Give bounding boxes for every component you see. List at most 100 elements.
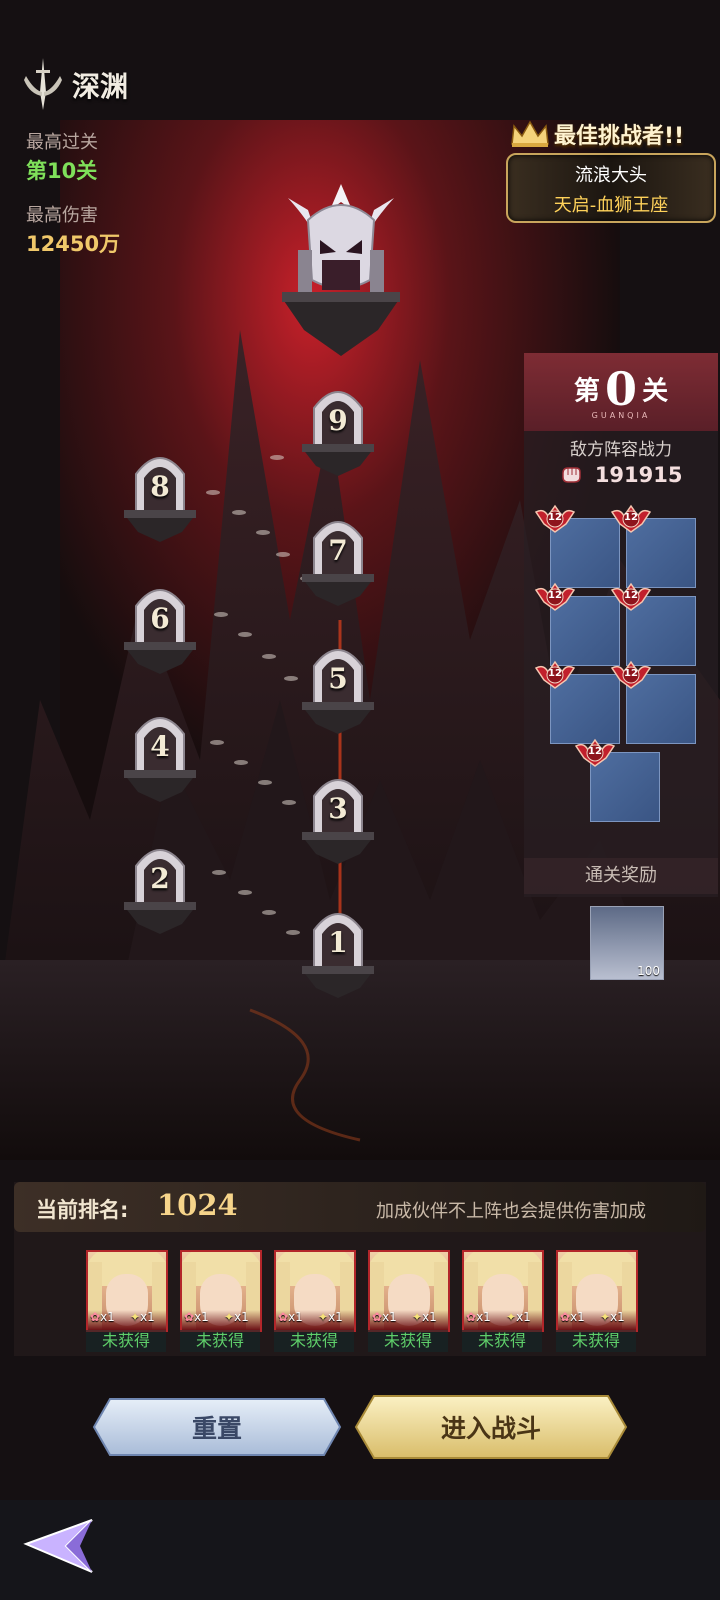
stage-number: 4: [150, 730, 170, 763]
path-step: [238, 632, 252, 637]
partner-count-a: ✿x1: [90, 1310, 115, 1324]
stage-node-5[interactable]: 5: [300, 636, 376, 736]
enemy-level: 12: [548, 668, 562, 679]
stage-node-7[interactable]: 7: [300, 508, 376, 608]
stage-number: 8: [150, 470, 170, 503]
path-step: [284, 676, 298, 681]
mode-title: 深渊: [22, 56, 128, 114]
partner-count-a-value: x1: [288, 1310, 303, 1324]
level-suffix: 关: [642, 376, 669, 407]
path-step: [282, 800, 296, 805]
reset-button[interactable]: 重置: [92, 1397, 342, 1457]
partner-count-b-value: x1: [234, 1310, 249, 1324]
enemy-level-badge: 12: [574, 736, 616, 768]
page-title: 深渊: [72, 70, 129, 103]
stage-number: 1: [328, 926, 348, 959]
enemy-level: 12: [624, 590, 638, 601]
partner-card[interactable]: ✿x1 ✦x1 未获得: [368, 1250, 450, 1354]
path-step: [232, 510, 246, 515]
enemy-level-badge: 12: [534, 580, 576, 612]
partner-count-b-value: x1: [610, 1310, 625, 1324]
stage-node-2[interactable]: 2: [122, 836, 198, 936]
partner-count-a-value: x1: [194, 1310, 209, 1324]
stage-node-9[interactable]: 9: [300, 378, 376, 478]
path-step: [286, 930, 300, 935]
partner-count-b-value: x1: [516, 1310, 531, 1324]
rank-label: 当前排名:: [36, 1198, 129, 1222]
fist-icon: [561, 467, 581, 483]
crown-icon: [511, 120, 549, 147]
enemy-power-value: 191915: [594, 463, 683, 487]
partner-count-b-value: x1: [328, 1310, 343, 1324]
clear-reward-label: 通关奖励: [524, 858, 718, 894]
reward-item[interactable]: 100: [590, 906, 664, 980]
enemy-level-badge: 12: [534, 502, 576, 534]
stage-node-8[interactable]: 8: [122, 444, 198, 544]
best-level-value: 第10关: [26, 159, 98, 183]
enemy-level: 12: [548, 590, 562, 601]
enemy-level: 12: [624, 512, 638, 523]
partner-card[interactable]: ✿x1 ✦x1 未获得: [274, 1250, 356, 1354]
stage-number: 2: [150, 862, 170, 895]
enemy-level: 12: [548, 512, 562, 523]
level-number: 0: [604, 362, 637, 416]
stage-number: 3: [328, 792, 348, 825]
path-step: [276, 552, 290, 557]
partner-count-a-value: x1: [476, 1310, 491, 1324]
partner-count-a: ✿x1: [184, 1310, 209, 1324]
best-challenger-name: 流浪大头: [575, 165, 647, 186]
best-challenger-honor: 天启-血狮王座: [553, 195, 669, 216]
path-step: [214, 612, 228, 617]
best-level-label: 最高过关: [26, 132, 98, 153]
footer-bar: [0, 1500, 720, 1600]
back-arrow-icon[interactable]: [22, 1514, 98, 1578]
path-step: [256, 530, 270, 535]
level-pinyin: GUANQIA: [591, 411, 651, 420]
partner-status: 未获得: [86, 1330, 166, 1352]
path-step: [270, 455, 284, 460]
best-challenger-heading: 最佳挑战者!!: [510, 118, 684, 150]
partner-count-b: ✦x1: [130, 1310, 155, 1324]
stage-node-1[interactable]: 1: [300, 900, 376, 1000]
partner-card[interactable]: ✿x1 ✦x1 未获得: [556, 1250, 638, 1354]
path-step: [212, 870, 226, 875]
boss-stage-node[interactable]: [278, 180, 404, 360]
stage-number: 7: [328, 534, 348, 567]
partner-count-a-value: x1: [382, 1310, 397, 1324]
partner-count-b: ✦x1: [506, 1310, 531, 1324]
level-prefix: 第: [573, 376, 600, 407]
partner-count-b: ✦x1: [318, 1310, 343, 1324]
enemy-level: 12: [624, 668, 638, 679]
partner-count-b: ✦x1: [600, 1310, 625, 1324]
path-step: [206, 490, 220, 495]
current-level: 第 0 关: [524, 362, 718, 416]
partner-card[interactable]: ✿x1 ✦x1 未获得: [462, 1250, 544, 1354]
best-challenger-card[interactable]: 流浪大头 天启-血狮王座: [506, 153, 716, 223]
stage-node-6[interactable]: 6: [122, 576, 198, 676]
path-step: [238, 890, 252, 895]
partner-card[interactable]: ✿x1 ✦x1 未获得: [86, 1250, 168, 1354]
stage-number: 6: [150, 602, 170, 635]
rank-value: 1024: [157, 1188, 238, 1222]
path-step: [210, 740, 224, 745]
partner-card[interactable]: ✿x1 ✦x1 未获得: [180, 1250, 262, 1354]
stage-node-3[interactable]: 3: [300, 766, 376, 866]
partner-status: 未获得: [274, 1330, 354, 1352]
enemy-power-label: 敌方阵容战力: [570, 440, 672, 460]
enemy-level-badge: 12: [610, 502, 652, 534]
enemy-power: 191915: [524, 462, 718, 487]
stage-node-4[interactable]: 4: [122, 704, 198, 804]
partner-count-a: ✿x1: [372, 1310, 397, 1324]
sword-emblem-icon: [24, 58, 62, 110]
enter-battle-button[interactable]: 进入战斗: [354, 1394, 628, 1460]
partner-status: 未获得: [556, 1330, 636, 1352]
path-step: [262, 654, 276, 659]
path-step: [234, 760, 248, 765]
partner-count-a: ✿x1: [466, 1310, 491, 1324]
best-damage-value: 12450万: [26, 232, 121, 256]
enter-battle-label: 进入战斗: [440, 1414, 541, 1443]
best-damage-label: 最高伤害: [26, 205, 98, 226]
reset-label: 重置: [191, 1414, 242, 1443]
partner-count-a: ✿x1: [560, 1310, 585, 1324]
bonus-hint: 加成伙伴不上阵也会提供伤害加成: [376, 1201, 646, 1222]
